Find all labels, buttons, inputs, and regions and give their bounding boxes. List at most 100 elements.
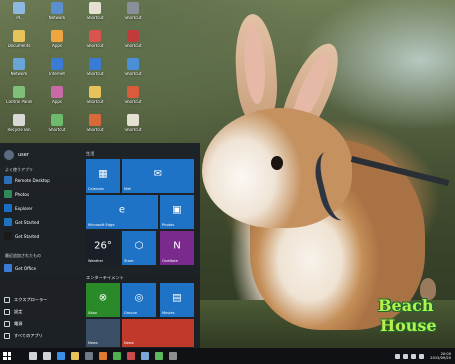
shortcut-icon: [127, 30, 139, 42]
start-app-item[interactable]: Explorer: [4, 203, 80, 213]
app-icon: [4, 204, 12, 212]
shortcut-icon: [51, 114, 63, 126]
tile-label: Microsoft Edge: [88, 223, 115, 227]
taskbar-search-icon[interactable]: [26, 348, 40, 364]
start-app-label: Get Started: [15, 219, 40, 225]
start-bottom-item[interactable]: すべてのアプリ: [4, 331, 43, 341]
app-icon: [155, 352, 163, 360]
start-bottom-item[interactable]: 設定: [4, 307, 22, 317]
windows-logo-icon: [3, 352, 11, 360]
tile-mail[interactable]: ✉ Mail: [122, 159, 194, 193]
desktop-icon[interactable]: Shortcut: [40, 114, 74, 144]
tile-glyph: N: [173, 240, 181, 252]
tile-groove[interactable]: ◎ Groove: [122, 283, 156, 317]
taskbar-chrome-icon[interactable]: [110, 348, 124, 364]
tile-movies[interactable]: ▤ Movies: [160, 283, 194, 317]
battery-icon[interactable]: [411, 353, 417, 359]
desktop-icon[interactable]: Shortcut: [78, 114, 112, 144]
edge-icon: [57, 352, 65, 360]
desktop-icon-label: Shortcut: [124, 128, 142, 132]
desktop-icon[interactable]: Network: [40, 2, 74, 32]
start-bottom-item[interactable]: エクスプローラー: [4, 295, 47, 305]
taskbar-firefox-icon[interactable]: [96, 348, 110, 364]
start-bottom-label: 電源: [14, 321, 23, 326]
tile-calendar[interactable]: ▦ Calendar: [86, 159, 120, 193]
system-tray: 20:00 2015/09/20: [395, 348, 451, 364]
tile-glyph: ✉: [153, 168, 163, 180]
desktop-icon[interactable]: Shortcut: [116, 114, 150, 144]
desktop-icon-label: Network: [48, 16, 66, 20]
taskbar-app-icon[interactable]: [166, 348, 180, 364]
desktop-icon[interactable]: Shortcut: [116, 86, 150, 116]
tile-glyph: ▤: [172, 292, 182, 304]
rabbit-eye: [271, 156, 283, 170]
list-icon: [4, 333, 10, 339]
taskbar-app-icon[interactable]: [124, 348, 138, 364]
network-icon[interactable]: [395, 353, 401, 359]
tile-label: Weather: [88, 259, 104, 263]
tile-photos[interactable]: ▣ Photos: [160, 195, 194, 229]
start-app-label: Remote Desktop: [15, 177, 50, 183]
recently-added-heading: 最近追加されたもの: [5, 253, 41, 258]
start-app-item[interactable]: Get Started: [4, 217, 80, 227]
desktop-icon[interactable]: Network: [2, 58, 36, 88]
shortcut-icon: [127, 2, 139, 14]
desktop-icon-label: Shortcut: [124, 44, 142, 48]
desktop-icon[interactable]: Recycle Bin: [2, 114, 36, 144]
desktop-icon[interactable]: Shortcut: [116, 58, 150, 88]
start-app-item[interactable]: Photos: [4, 189, 80, 199]
taskbar-task-view-icon[interactable]: [40, 348, 54, 364]
most-used-heading: よく使うアプリ: [5, 167, 33, 172]
user-account[interactable]: user: [4, 149, 29, 161]
desktop-icon[interactable]: Shortcut: [78, 30, 112, 60]
desktop-icon[interactable]: Documents: [2, 30, 36, 60]
taskbar-explorer-icon[interactable]: [68, 348, 82, 364]
user-name: user: [18, 152, 29, 158]
desktop-icon-label: Documents: [7, 44, 31, 48]
volume-icon[interactable]: [403, 353, 409, 359]
desktop-icon-label: Apps: [52, 100, 62, 104]
desktop-icon[interactable]: Shortcut: [78, 2, 112, 32]
desktop-icon[interactable]: Shortcut: [116, 2, 150, 32]
taskbar-edge-icon[interactable]: [54, 348, 68, 364]
tile-glyph: ⊗: [98, 292, 108, 304]
explorer-icon: [71, 352, 79, 360]
start-app-item[interactable]: Get Started: [4, 231, 80, 241]
start-menu-app-list: user よく使うアプリ Remote Desktop Photos Explore…: [0, 143, 82, 348]
desktop-icon[interactable]: Control Panel: [2, 86, 36, 116]
desktop-icon[interactable]: Internet: [40, 58, 74, 88]
tile-news[interactable]: News: [122, 319, 194, 347]
tile-microsoft-edge[interactable]: e Microsoft Edge: [86, 195, 158, 229]
desktop-icon[interactable]: Shortcut: [78, 58, 112, 88]
start-bottom-item[interactable]: 電源: [4, 319, 22, 329]
desktop-icon[interactable]: Shortcut: [116, 30, 150, 60]
tile-glyph: ▣: [172, 204, 182, 216]
start-app-label: Photos: [15, 191, 30, 197]
desktop-icon[interactable]: Shortcut: [78, 86, 112, 116]
recent-app-label: Get Office: [15, 265, 37, 271]
tile-xbox[interactable]: ⊗ Xbox: [86, 283, 120, 317]
recent-app-item[interactable]: Get Office: [4, 263, 80, 273]
desktop-icon[interactable]: PC: [2, 2, 36, 32]
shortcut-icon: [51, 86, 63, 98]
desktop-icon[interactable]: Apps: [40, 30, 74, 60]
clock[interactable]: 20:00 2015/09/20: [430, 352, 451, 360]
tile-weather[interactable]: 26° Weather: [86, 231, 120, 265]
tile-glyph: e: [118, 204, 126, 216]
desktop-icon[interactable]: Apps: [40, 86, 74, 116]
start-bottom-label: エクスプローラー: [14, 297, 48, 302]
taskbar-store-icon[interactable]: [82, 348, 96, 364]
tile-onenote[interactable]: N OneNote: [160, 231, 194, 265]
tile-store[interactable]: ⬡ Store: [122, 231, 156, 265]
start-button[interactable]: [0, 348, 14, 364]
ime-icon[interactable]: [419, 353, 425, 359]
app-icon: [4, 218, 12, 226]
tile-news[interactable]: News: [86, 319, 120, 347]
office-icon: [4, 264, 12, 272]
app-icon: [4, 232, 12, 240]
desktop-icon-label: Shortcut: [124, 72, 142, 76]
taskbar-photo-icon[interactable]: [138, 348, 152, 364]
app-icon: [127, 352, 135, 360]
taskbar-app-icon[interactable]: [152, 348, 166, 364]
start-app-item[interactable]: Remote Desktop: [4, 175, 80, 185]
